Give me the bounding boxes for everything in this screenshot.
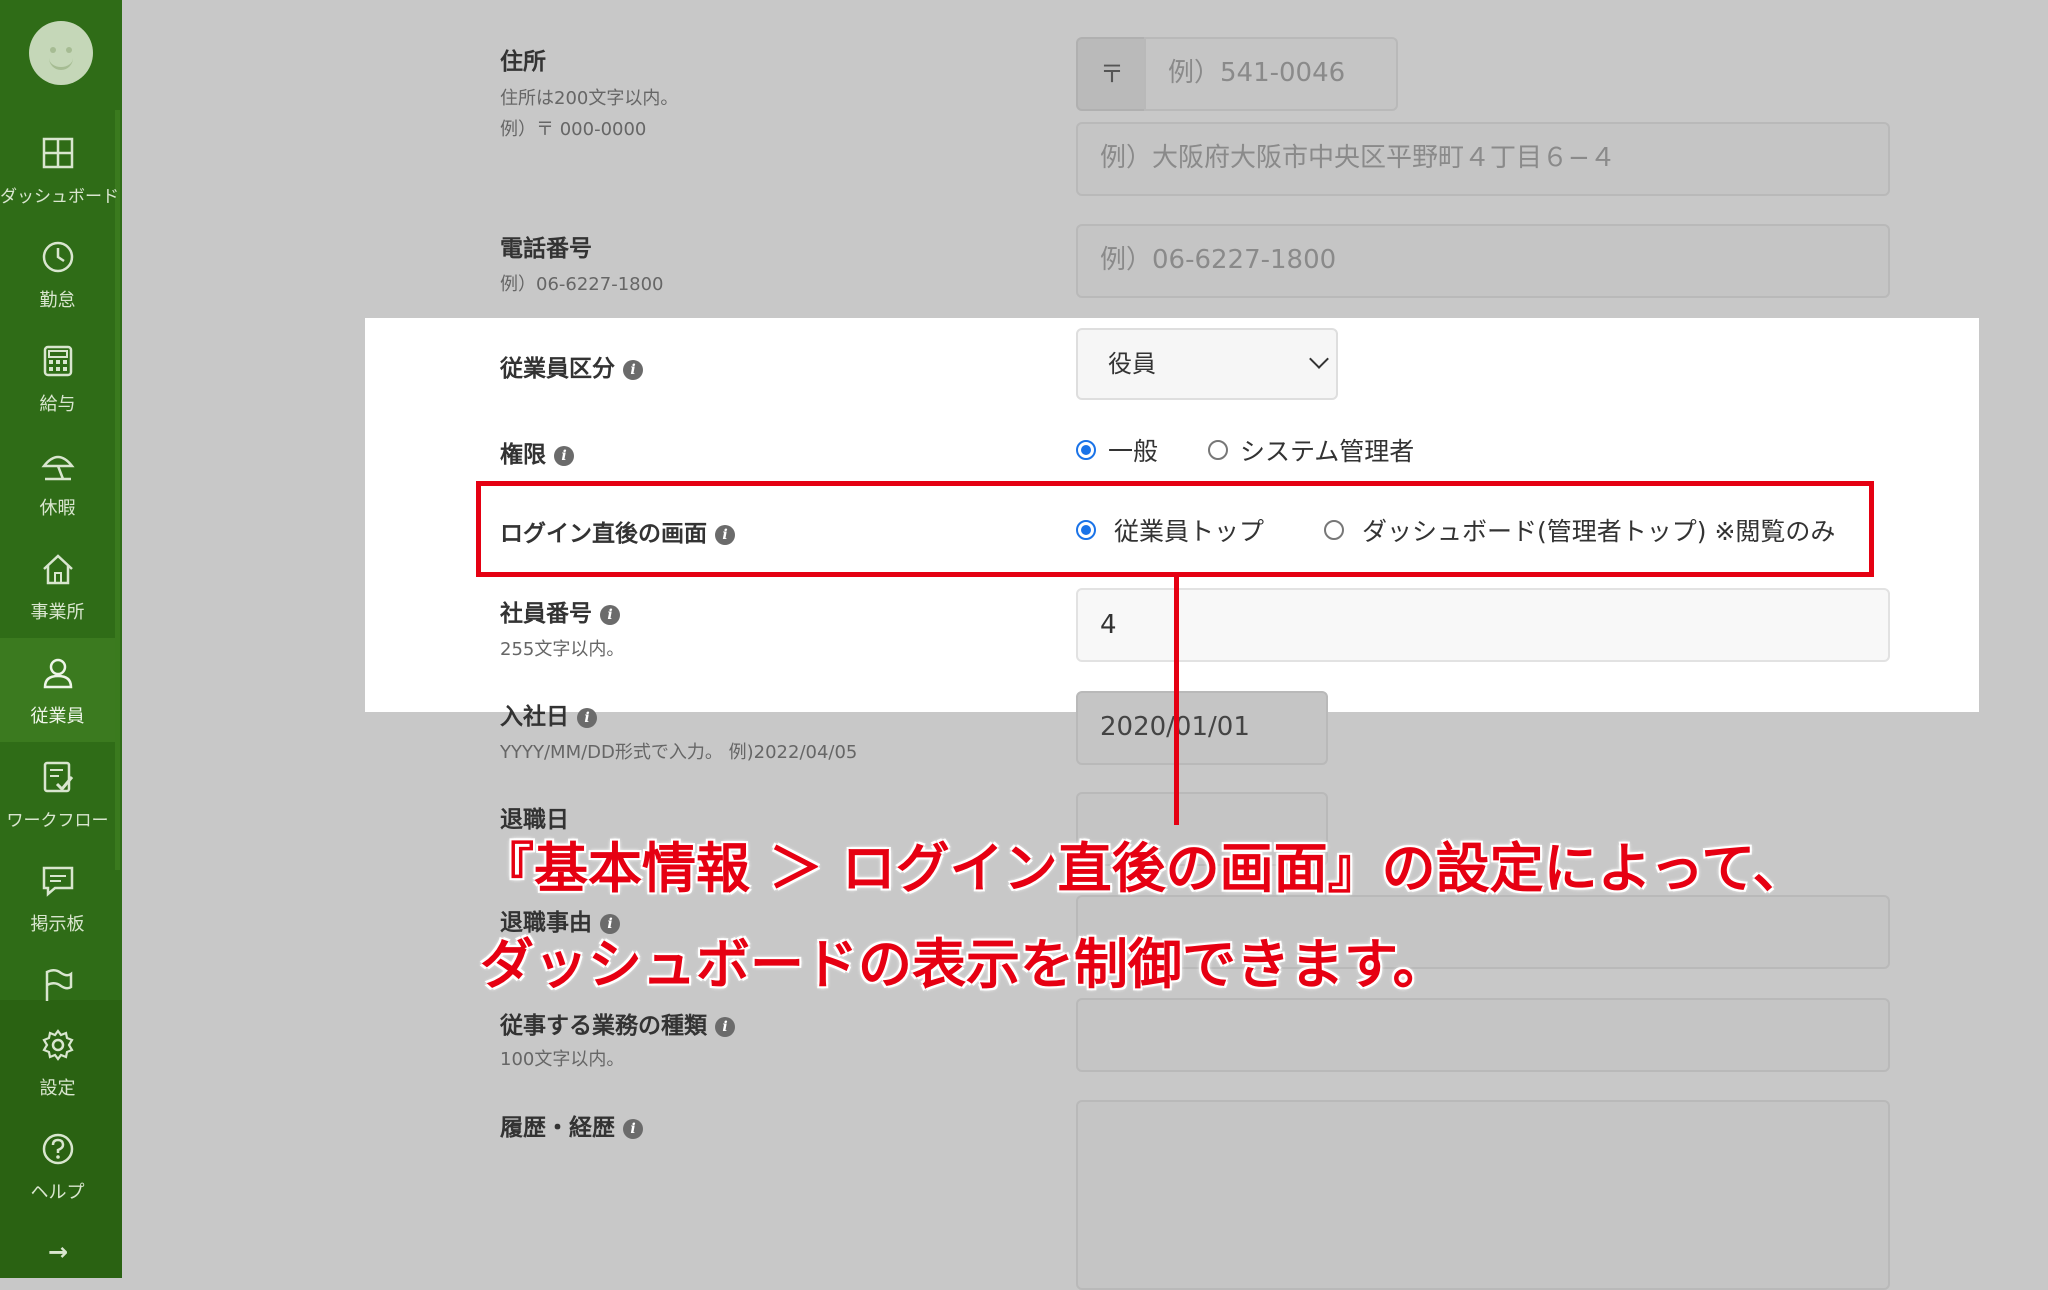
employee-type-select[interactable]: 役員 [1076, 328, 1338, 400]
history-textarea[interactable] [1076, 1100, 1890, 1290]
permission-label: 権限 i [500, 435, 574, 469]
sidebar-item-label: 従業員 [30, 706, 85, 727]
annotation-text-line2: ダッシュボードの表示を制御できます。 [480, 933, 1447, 996]
employee-number-input[interactable]: 4 [1076, 588, 1890, 662]
permission-radio-admin[interactable]: システム管理者 [1208, 432, 1414, 468]
umbrella-icon [41, 455, 75, 481]
sidebar-item-office[interactable]: 事業所 [0, 534, 115, 638]
avatar[interactable] [29, 21, 93, 85]
info-icon[interactable]: i [623, 1119, 643, 1139]
sidebar-item-help[interactable]: ヘルプ [0, 1114, 115, 1218]
info-icon[interactable]: i [715, 1017, 735, 1037]
radio-label: システム管理者 [1240, 437, 1415, 466]
hire-date-label-text: 入社日 [500, 704, 569, 730]
employee-number-label: 社員番号 i [500, 594, 620, 628]
annotation-text-line1: 『基本情報 ＞ ログイン直後の画面』の設定によって、 [480, 837, 1807, 900]
sidebar-collapse-arrow[interactable]: → [48, 1238, 68, 1266]
sidebar-item-employees[interactable]: 従業員 [0, 638, 115, 742]
chat-icon [42, 866, 74, 897]
sidebar-item-label: 給与 [39, 394, 76, 415]
address-example: 例）〒 000-0000 [500, 119, 647, 140]
phone-label: 電話番号 [500, 236, 592, 262]
job-type-label: 従事する業務の種類 i [500, 1006, 735, 1040]
employee-number-label-text: 社員番号 [500, 601, 592, 627]
sidebar-item-label: ワークフロー [6, 811, 109, 831]
sidebar-item-label: 掲示板 [30, 914, 85, 935]
radio-label: 一般 [1108, 437, 1159, 466]
gear-icon [42, 1029, 74, 1061]
sidebar-scrollbar[interactable] [115, 110, 120, 870]
hire-date-label: 入社日 i [500, 697, 597, 731]
avatar-eye [50, 47, 56, 53]
help-icon [42, 1133, 74, 1165]
hire-date-hint: YYYY/MM/DD形式で入力。 例)2022/04/05 [500, 742, 858, 763]
sidebar-item-leave[interactable]: 休暇 [0, 430, 115, 534]
job-type-label-text: 従事する業務の種類 [500, 1013, 707, 1039]
annotation-highlight-box [476, 481, 1874, 577]
sidebar-item-bulletin[interactable]: 掲示板 [0, 846, 115, 950]
history-label: 履歴・経歴 i [500, 1108, 643, 1142]
radio-selected-icon[interactable] [1076, 440, 1096, 460]
dashboard-icon [42, 137, 74, 169]
permission-radio-general[interactable]: 一般 [1076, 432, 1158, 468]
home-icon [43, 554, 73, 585]
sidebar-item-label: 勤怠 [39, 290, 76, 311]
annotation-connector-line [1174, 577, 1179, 825]
address-hint: 住所は200文字以内。 [500, 88, 679, 109]
job-type-hint: 100文字以内。 [500, 1049, 625, 1070]
phone-hint: 例）06-6227-1800 [500, 274, 664, 295]
flag-icon [45, 969, 73, 1001]
hire-date-input[interactable]: 2020/01/01 [1076, 691, 1328, 765]
radio-unselected-icon[interactable] [1208, 440, 1228, 460]
employee-type-label: 従業員区分 i [500, 349, 643, 383]
employee-number-hint: 255文字以内。 [500, 639, 625, 660]
info-icon[interactable]: i [623, 360, 643, 380]
address-label: 住所 [500, 49, 546, 75]
job-type-input[interactable] [1076, 998, 1890, 1072]
zip-mark: 〒 [1076, 37, 1146, 111]
chevron-down-icon [1309, 349, 1329, 369]
address-input[interactable]: 例）大阪府大阪市中央区平野町４丁目６−４ [1076, 122, 1890, 196]
sidebar-item-label: ダッシュボード [0, 187, 119, 207]
sidebar: ダッシュボード 勤怠 給与 休暇 事業所 従業員 ワークフロー 掲示板 設定 ヘ… [0, 0, 122, 1278]
clock-icon [42, 241, 74, 273]
sidebar-item-label: 設定 [39, 1078, 76, 1099]
info-icon[interactable]: i [600, 605, 620, 625]
phone-input[interactable]: 例）06-6227-1800 [1076, 224, 1890, 298]
sidebar-item-attendance[interactable]: 勤怠 [0, 222, 115, 326]
sidebar-item-label: ヘルプ [30, 1182, 85, 1203]
sidebar-item-flag[interactable] [0, 950, 115, 1001]
sidebar-item-settings[interactable]: 設定 [0, 1010, 115, 1114]
info-icon[interactable]: i [554, 446, 574, 466]
info-icon[interactable]: i [577, 708, 597, 728]
sidebar-item-payroll[interactable]: 給与 [0, 326, 115, 430]
sidebar-item-workflow[interactable]: ワークフロー [0, 742, 115, 846]
avatar-smile [49, 57, 73, 70]
sidebar-item-label: 休暇 [39, 498, 76, 519]
calculator-icon [43, 345, 73, 377]
zip-input[interactable]: 例）541-0046 [1144, 37, 1398, 111]
permission-label-text: 権限 [500, 442, 546, 468]
avatar-eye [66, 47, 72, 53]
checklist-icon [43, 761, 74, 793]
sidebar-item-label: 事業所 [30, 602, 85, 623]
sidebar-item-dashboard[interactable]: ダッシュボード [0, 118, 119, 222]
history-label-text: 履歴・経歴 [500, 1115, 615, 1141]
employee-type-value: 役員 [1108, 350, 1156, 378]
person-icon [43, 658, 73, 689]
employee-type-label-text: 従業員区分 [500, 356, 615, 382]
